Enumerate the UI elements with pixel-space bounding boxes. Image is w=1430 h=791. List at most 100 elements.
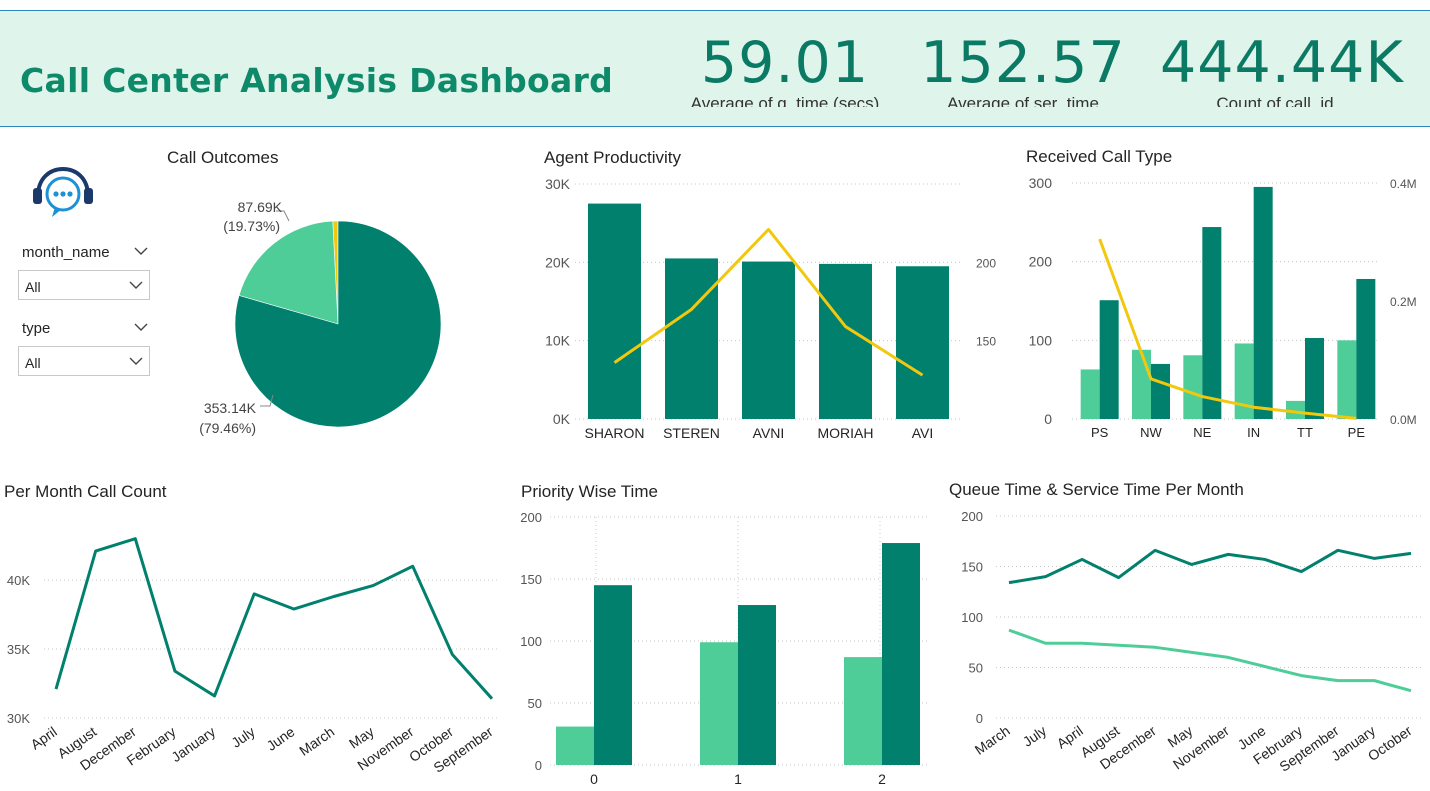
y-tick-label: 20K	[545, 254, 571, 270]
y-tick-label: 200	[961, 509, 983, 524]
dashboard-title: Call Center Analysis Dashboard	[20, 61, 614, 100]
y-tick-label: 100	[961, 610, 983, 625]
x-tick-label: NE	[1193, 425, 1211, 440]
kpi-label: Average of q_time (secs)	[690, 94, 880, 107]
bar	[738, 605, 776, 765]
kpi-value: 152.57	[920, 30, 1126, 96]
y-tick-label: 0K	[553, 411, 571, 427]
x-tick-label: TT	[1297, 425, 1313, 440]
kpi-value: 59.01	[700, 30, 870, 96]
x-tick-label: MORIAH	[818, 425, 874, 441]
bar	[700, 642, 738, 765]
queue-service-time-chart: 050100150200March July AprilAugustDecember…	[961, 509, 1424, 775]
y-tick-label: 150	[961, 560, 983, 575]
chevron-down-icon[interactable]	[134, 323, 148, 332]
x-tick-label: 0	[590, 771, 598, 787]
call-outcomes-chart: 87.69K (19.73%) 353.14K (79.46%)	[199, 199, 442, 436]
bar	[588, 203, 641, 419]
x-tick-label: IN	[1247, 425, 1260, 440]
bar	[882, 543, 920, 765]
x-tick-label: 2	[878, 771, 886, 787]
line-series	[1008, 548, 1412, 585]
bar	[665, 258, 718, 419]
month-slicer-label: month_name	[22, 244, 110, 261]
type-slicer-value: All	[25, 355, 41, 371]
pie-data-label: 87.69K	[238, 199, 283, 215]
y-tick-label: 10K	[545, 333, 571, 349]
bar	[1202, 227, 1222, 419]
received-call-type-title: Received Call Type	[1026, 147, 1173, 166]
kpi-label: Average of ser_time	[947, 94, 1099, 107]
chevron-down-icon[interactable]	[134, 247, 148, 256]
y-tick-label: 30K	[7, 711, 30, 726]
x-tick-label: NW	[1140, 425, 1162, 440]
bar	[1253, 186, 1273, 419]
y2-tick-label: 0.0M	[1390, 413, 1417, 427]
bar	[1080, 369, 1100, 419]
bar	[1099, 300, 1119, 419]
x-tick-label: PE	[1348, 425, 1366, 440]
agent-productivity-title: Agent Productivity	[544, 148, 682, 167]
line-series	[1008, 628, 1412, 693]
bar	[1132, 349, 1151, 419]
pie-data-label: (79.46%)	[199, 420, 256, 436]
x-tick-label: July	[1020, 722, 1050, 749]
chevron-down-icon	[129, 281, 143, 289]
bar	[1337, 340, 1357, 419]
x-tick-label: PS	[1091, 425, 1109, 440]
y-tick-label: 200	[1029, 254, 1053, 270]
kpi-call-count: 444.44K Count of call_id	[1160, 30, 1404, 107]
per-month-call-count-title: Per Month Call Count	[4, 482, 167, 501]
x-tick-label: AVNI	[753, 425, 785, 441]
kpi-avg-q-time: 59.01 Average of q_time (secs)	[680, 33, 890, 107]
y-tick-label: 30K	[545, 176, 571, 192]
pie-data-label: (19.73%)	[223, 218, 280, 234]
y-tick-label: 50	[969, 661, 983, 676]
type-slicer-dropdown[interactable]: All	[18, 346, 150, 376]
chevron-down-icon	[129, 357, 143, 365]
bar	[819, 263, 872, 419]
y2-tick-label: 150	[976, 335, 996, 349]
y-tick-label: 0	[976, 711, 983, 726]
y-tick-label: 40K	[7, 573, 30, 588]
x-tick-label: 1	[734, 771, 742, 787]
x-tick-label: March	[972, 722, 1013, 757]
bar	[896, 266, 949, 419]
kpi-value: 444.44K	[1160, 30, 1404, 96]
y-tick-label: 300	[1029, 175, 1053, 191]
y-tick-label: 0	[1044, 411, 1052, 427]
type-slicer-label: type	[22, 320, 51, 337]
y-tick-label: 150	[520, 572, 542, 587]
x-tick-label: SHARON	[585, 425, 645, 441]
y-tick-label: 0	[535, 758, 542, 773]
line-series	[54, 537, 494, 700]
month-slicer-value: All	[25, 279, 41, 295]
bar	[1183, 355, 1203, 419]
headset-chat-icon	[33, 166, 93, 217]
bar	[1305, 337, 1324, 419]
x-tick-label: AVI	[912, 425, 934, 441]
bar	[742, 261, 795, 419]
pie-data-label: 353.14K	[204, 400, 257, 416]
queue-service-time-title: Queue Time & Service Time Per Month	[949, 480, 1244, 499]
received-call-type-chart: 0 100 200 300 0.0M 0.2M 0.4M PS NW NE IN TT PE	[1029, 175, 1417, 440]
bar	[556, 726, 594, 765]
call-outcomes-title: Call Outcomes	[167, 148, 279, 167]
priority-wise-time-chart: 0 50 100 150 200 0 1 2	[520, 510, 930, 787]
y2-tick-label: 0.4M	[1390, 177, 1417, 191]
bar	[1151, 363, 1170, 419]
per-month-call-count-chart: 30K35K40KAprilAugustDecemberFebruaryJanu…	[7, 537, 500, 776]
agent-productivity-chart: 0K 10K 20K 30K 150 200 SHARON STEREN AVNI MORIAH A…	[545, 176, 996, 441]
header-banner: Call Center Analysis Dashboard 59.01 Ave…	[0, 11, 1430, 127]
y-tick-label: 200	[520, 510, 542, 525]
x-tick-label: July	[228, 723, 258, 750]
month-slicer-dropdown[interactable]: All	[18, 270, 150, 300]
x-tick-label: March	[296, 723, 337, 758]
bar	[1356, 278, 1376, 419]
y-tick-label: 50	[528, 696, 542, 711]
x-tick-label: STEREN	[663, 425, 720, 441]
x-tick-label: June	[263, 723, 297, 754]
priority-wise-time-title: Priority Wise Time	[521, 482, 658, 501]
y2-tick-label: 200	[976, 256, 996, 270]
x-tick-label: January	[168, 723, 218, 765]
